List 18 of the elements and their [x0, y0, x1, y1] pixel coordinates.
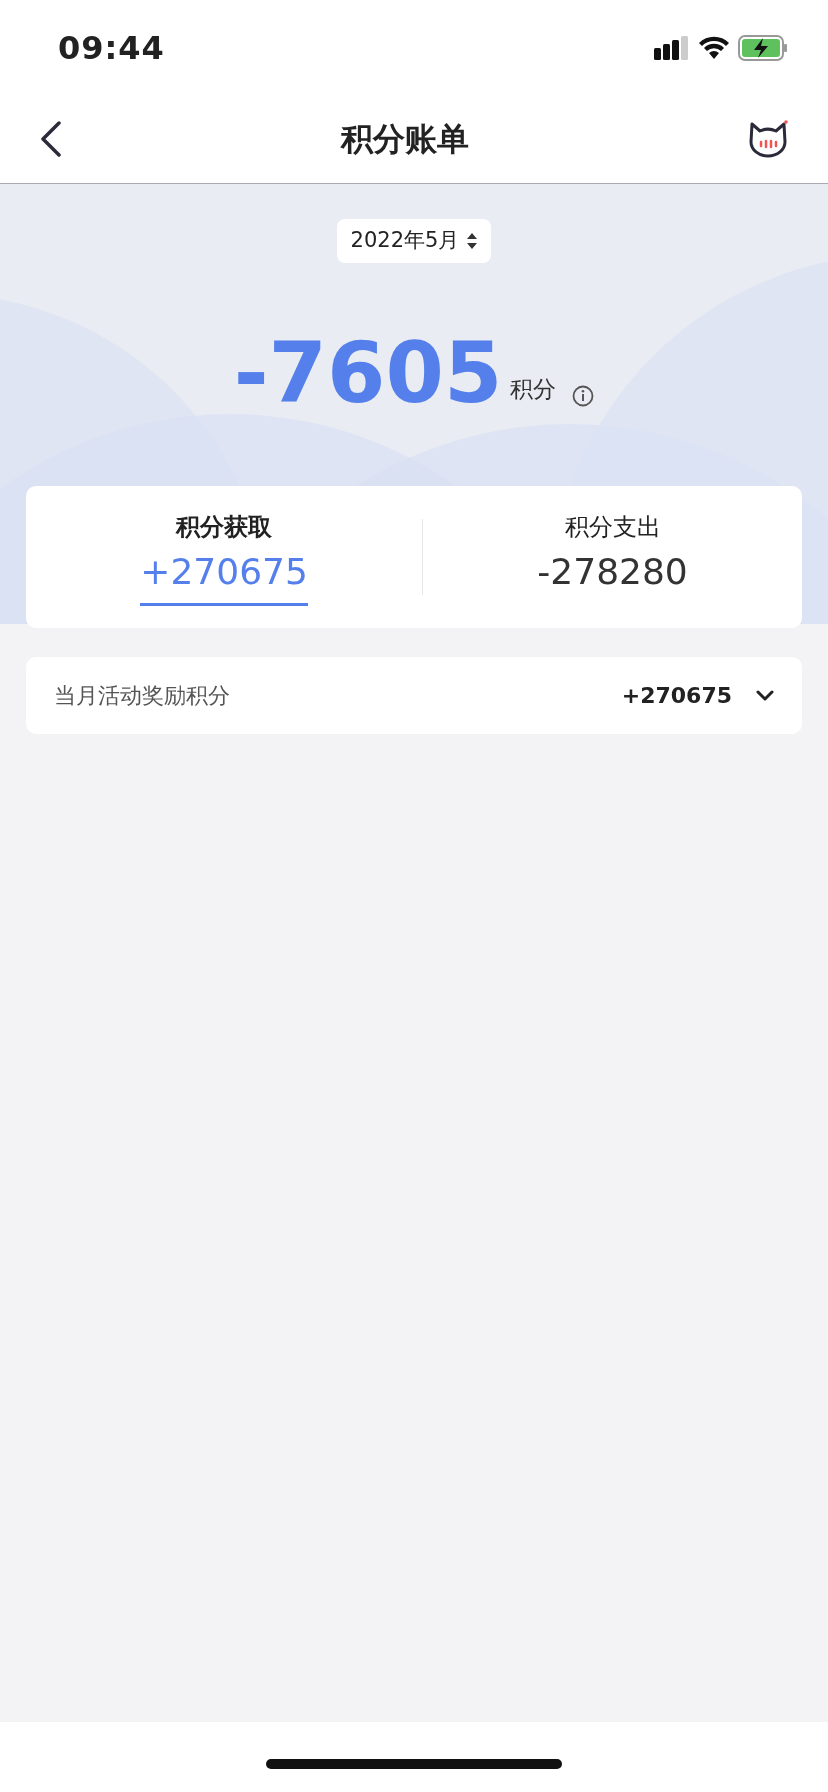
- summary-tab[interactable]: 积分获取 +270675: [140, 508, 308, 606]
- entry-row[interactable]: 当月活动奖励积分 +270675: [26, 657, 802, 734]
- battery-icon: [738, 34, 788, 61]
- info-icon[interactable]: [572, 384, 595, 407]
- cat-face-icon[interactable]: [748, 120, 788, 158]
- balance-unit: 积分: [510, 375, 557, 404]
- sort-icon: [467, 231, 478, 250]
- back-icon[interactable]: [40, 121, 62, 157]
- balance-amount: -7605: [233, 330, 503, 415]
- month-picker[interactable]: 2022年5月: [336, 219, 492, 263]
- entry-label: 当月活动奖励积分: [54, 682, 231, 710]
- page-title: 积分账单: [341, 119, 469, 160]
- signal-icon: [654, 35, 690, 60]
- wifi-icon: [698, 35, 730, 60]
- entry-amount: +270675: [621, 682, 732, 710]
- status-time: 09:44: [58, 27, 165, 69]
- chevron-icon[interactable]: [756, 689, 774, 702]
- summary-tab[interactable]: 积分支出 -278280: [537, 508, 688, 606]
